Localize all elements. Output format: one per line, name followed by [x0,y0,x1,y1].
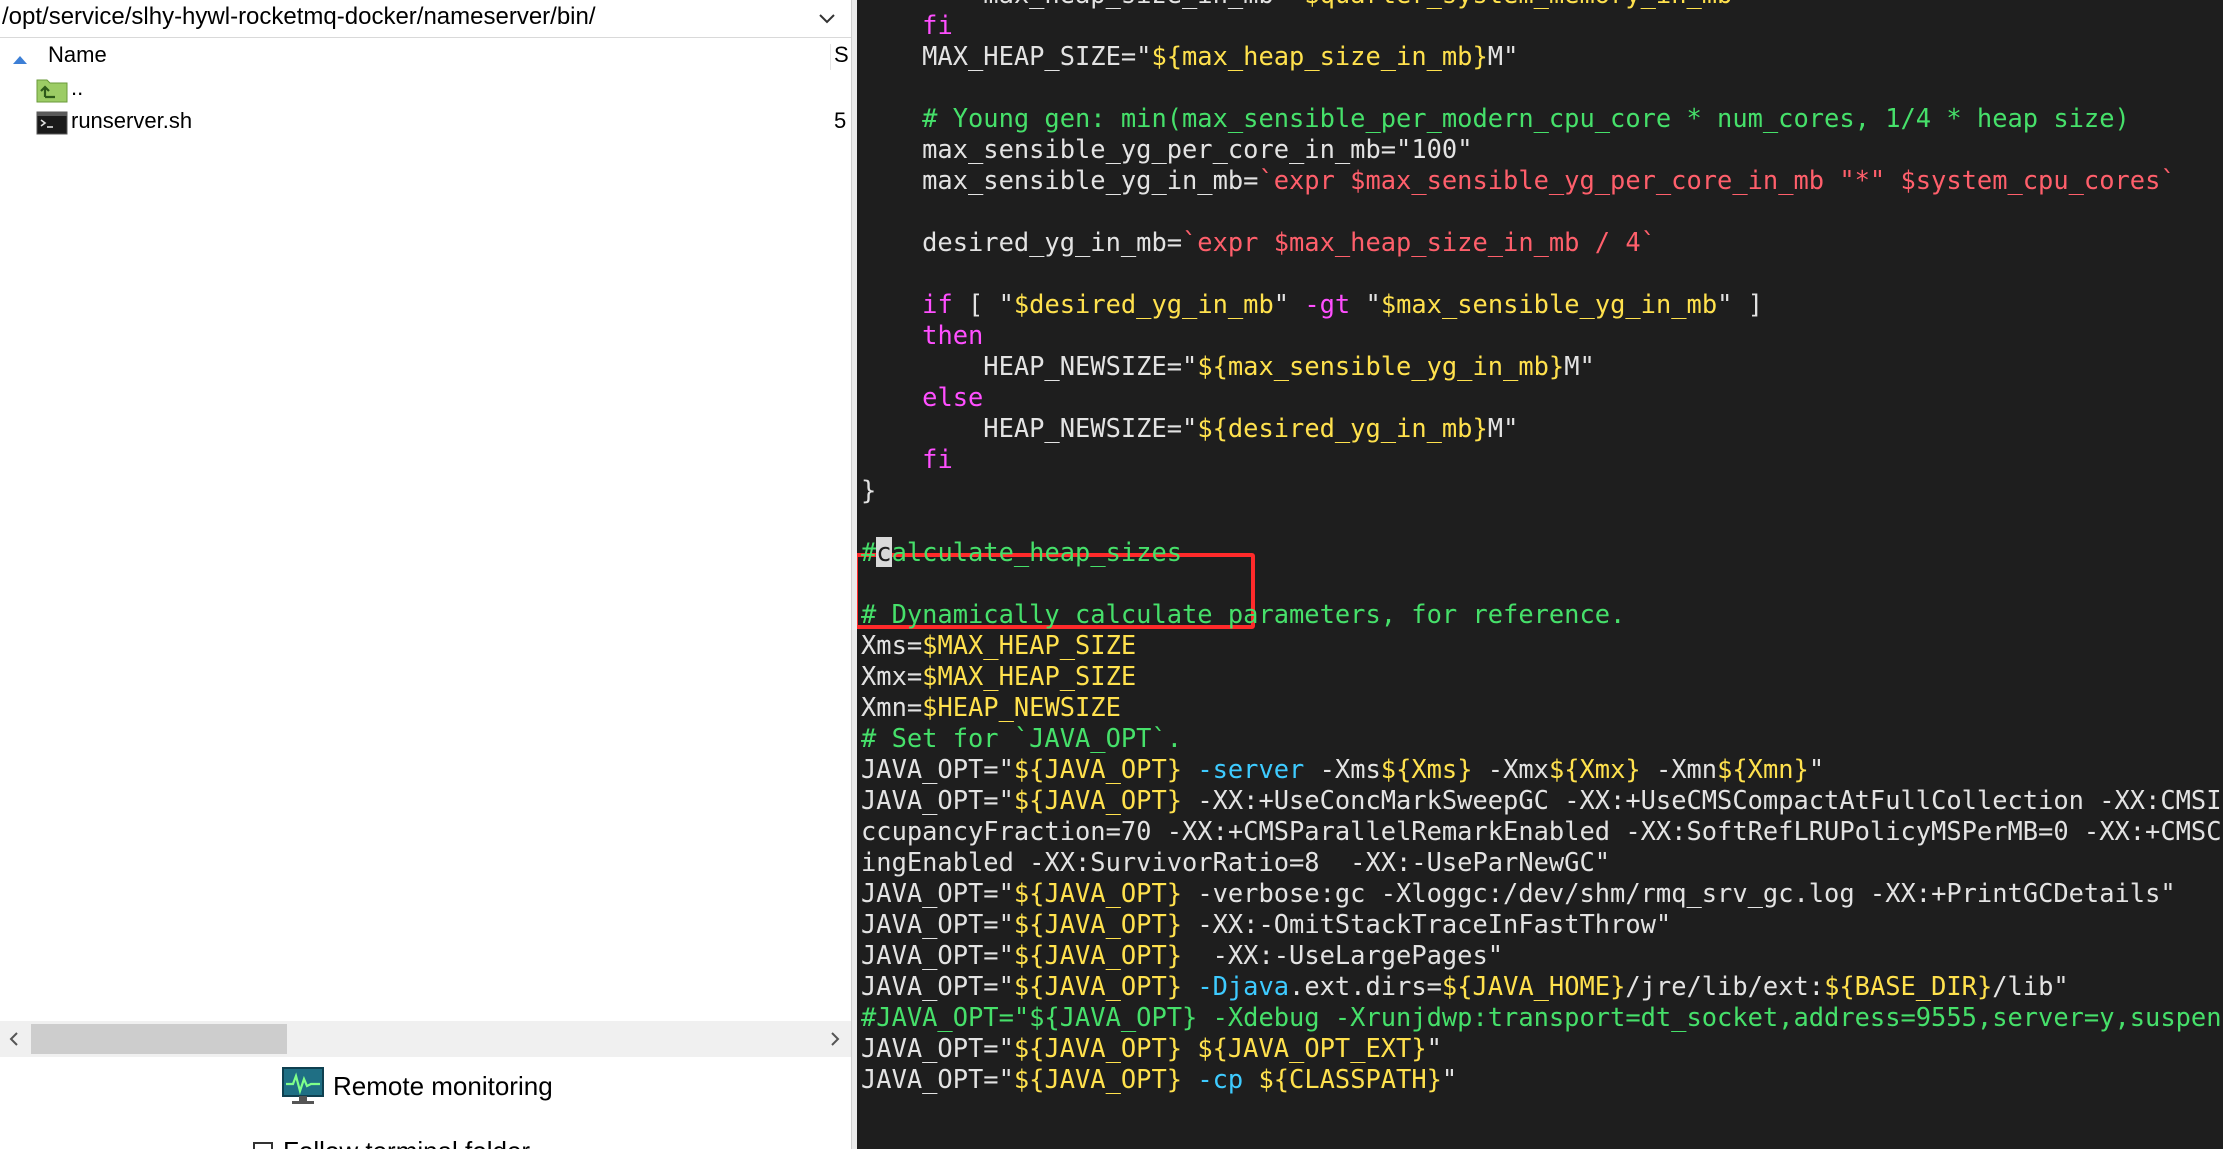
remote-monitoring-label: Remote monitoring [333,1071,553,1101]
scrollbar-thumb[interactable] [31,1024,287,1054]
terminal-line: #calculate_heap_sizes [861,537,1183,567]
app-window: /opt/service/slhy-hywl-rocketmq-docker/n… [0,0,2223,1149]
terminal-line: Xmx=$MAX_HEAP_SIZE [861,661,1137,691]
terminal-line: JAVA_OPT="${JAVA_OPT} -cp ${CLASSPATH}" [861,1064,1458,1094]
terminal-line: if [ "$desired_yg_in_mb" -gt "$max_sensi… [922,289,1763,319]
remote-monitoring-button[interactable]: Remote monitoring [0,1066,851,1110]
terminal-line: JAVA_OPT="${JAVA_OPT} ${JAVA_OPT_EXT}" [861,1033,1442,1063]
file-row-parent[interactable]: .. [0,73,851,106]
terminal-line: JAVA_OPT="${JAVA_OPT} -XX:-UseLargePages… [861,940,1504,970]
terminal-line: #JAVA_OPT="${JAVA_OPT} -Xdebug -Xrunjdwp… [861,1002,2223,1032]
terminal-line: # Dynamically calculate parameters, for … [861,599,1626,629]
terminal-line: } [861,475,877,505]
follow-terminal-folder-checkbox[interactable] [253,1142,273,1149]
terminal-line: MAX_HEAP_SIZE="${max_heap_size_in_mb}M" [861,41,1519,71]
chevron-right-icon[interactable] [825,1030,843,1048]
sort-ascending-icon[interactable] [11,51,29,64]
terminal-line: JAVA_OPT="${JAVA_OPT} -XX:-OmitStackTrac… [861,909,1672,939]
horizontal-scrollbar[interactable] [0,1021,851,1057]
terminal-line: fi [922,444,953,474]
monitor-icon [281,1066,325,1106]
terminal-line: else [922,382,984,412]
file-name: .. [71,75,84,100]
file-row-runserver[interactable]: runserver.sh 5 [0,106,851,139]
terminal-line: Xmn=$HEAP_NEWSIZE [861,692,1121,722]
terminal-script-icon [36,108,68,136]
terminal-line: ingEnabled -XX:SurvivorRatio=8 -XX:-UseP… [861,847,1611,877]
terminal-line: HEAP_NEWSIZE="${max_sensible_yg_in_mb}M" [861,351,1595,381]
terminal-line: fi [922,10,953,40]
terminal-line: desired_yg_in_mb=`expr $max_heap_size_in… [861,227,1656,257]
follow-terminal-folder-row[interactable]: Follow terminal folder [0,1136,851,1149]
file-size: 5 [834,108,847,133]
terminal-line: max_sensible_yg_in_mb=`expr $max_sensibl… [861,165,2176,195]
terminal-line: # Young gen: min(max_sensible_per_modern… [861,103,2130,133]
terminal-line: JAVA_OPT="${JAVA_OPT} -verbose:gc -Xlogg… [861,878,2176,908]
path-bar[interactable]: /opt/service/slhy-hywl-rocketmq-docker/n… [0,0,851,38]
column-header-size[interactable]: S [834,42,849,68]
terminal-line: ccupancyFraction=70 -XX:+CMSParallelRema… [861,816,2223,846]
chevron-down-icon[interactable] [815,6,839,30]
terminal-line: JAVA_OPT="${JAVA_OPT} -server -Xms${Xms}… [861,754,1825,784]
follow-terminal-folder-label: Follow terminal folder [283,1136,530,1149]
column-divider[interactable] [830,44,831,70]
terminal-line: HEAP_NEWSIZE="${desired_yg_in_mb}M" [861,413,1519,443]
terminal-line: # Set for `JAVA_OPT`. [861,723,1183,753]
file-name: runserver.sh [71,108,193,133]
column-header-name[interactable]: Name [48,42,107,68]
column-header-row: Name S [0,40,851,74]
parent-folder-icon [36,75,68,103]
path-text[interactable]: /opt/service/slhy-hywl-rocketmq-docker/n… [2,3,596,31]
terminal-view[interactable]: max_heap_size_in_mb="$quarter_system_mem… [857,0,2223,1149]
terminal-line: JAVA_OPT="${JAVA_OPT} -Djava.ext.dirs=${… [861,971,2069,1001]
terminal-line: Xms=$MAX_HEAP_SIZE [861,630,1137,660]
terminal-line: max_heap_size_in_mb="$quarter_system_mem… [861,0,1747,10]
terminal-line: max_sensible_yg_per_core_in_mb="100" [861,134,1473,164]
terminal-line: then [922,320,984,350]
chevron-left-icon[interactable] [6,1030,24,1048]
terminal-line: JAVA_OPT="${JAVA_OPT} -XX:+UseConcMarkSw… [861,785,2223,815]
file-browser-panel: /opt/service/slhy-hywl-rocketmq-docker/n… [0,0,851,1149]
